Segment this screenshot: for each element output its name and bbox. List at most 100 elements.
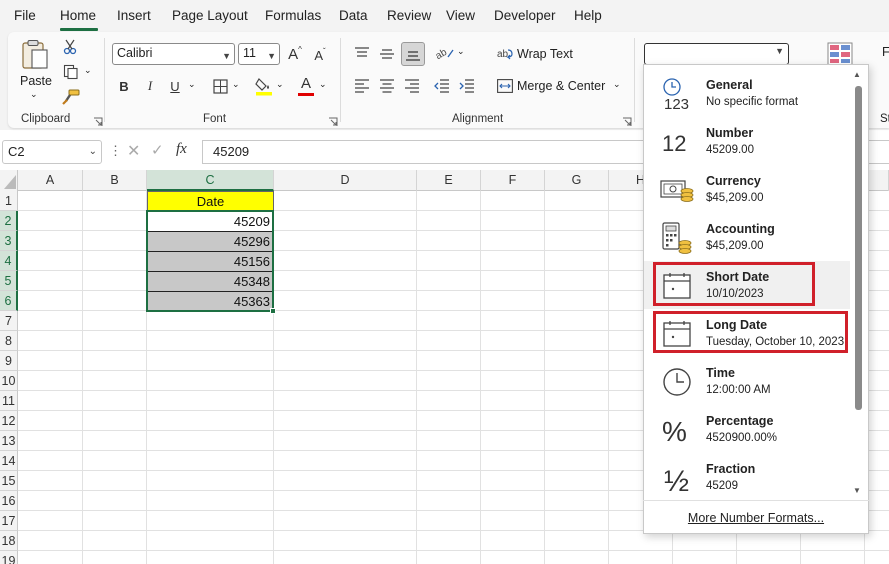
paste-icon[interactable] [18, 38, 52, 72]
row-header-4[interactable]: 4 [0, 251, 18, 271]
row-header-12[interactable]: 12 [0, 411, 18, 431]
align-right-icon[interactable] [402, 76, 422, 96]
cell-c5[interactable]: 45348 [147, 271, 274, 291]
align-left-icon[interactable] [352, 76, 372, 96]
bold-button[interactable]: B [116, 76, 132, 96]
font-size-select[interactable]: 11 ▼ [238, 43, 280, 65]
column-header-b[interactable]: B [83, 170, 147, 191]
more-number-formats-link[interactable]: More Number Formats... [643, 500, 869, 534]
underline-button[interactable]: U [167, 76, 183, 96]
menu-data[interactable]: Data [339, 8, 368, 23]
borders-chevron-icon[interactable]: ⌄ [232, 79, 240, 90]
menu-file[interactable]: File [14, 8, 36, 23]
name-box[interactable]: C2 ⌄ [2, 140, 102, 164]
fill-color-chevron-icon[interactable]: ⌄ [276, 79, 284, 90]
row-header-3[interactable]: 3 [0, 231, 18, 251]
paste-chevron-icon[interactable]: ⌄ [30, 89, 38, 100]
wrap-text-icon[interactable]: ab [496, 45, 514, 63]
cell-c1[interactable]: Date [147, 191, 274, 211]
font-name-select[interactable]: Calibri ▼ [112, 43, 235, 65]
fill-handle[interactable] [270, 308, 276, 314]
row-header-2[interactable]: 2 [0, 211, 18, 231]
menu-page-layout[interactable]: Page Layout [172, 8, 248, 23]
menu-view[interactable]: View [446, 8, 475, 23]
format-painter-icon[interactable] [60, 88, 82, 106]
row-header-16[interactable]: 16 [0, 491, 18, 511]
row-header-17[interactable]: 17 [0, 511, 18, 531]
menu-insert[interactable]: Insert [117, 8, 151, 23]
scrollbar-thumb[interactable] [855, 86, 862, 410]
orientation-icon[interactable]: ab [433, 43, 455, 63]
format-option-currency[interactable]: Currency $45,209.00 [644, 165, 850, 213]
merge-center-icon[interactable] [496, 77, 514, 95]
copy-icon[interactable] [60, 63, 82, 81]
orientation-chevron-icon[interactable]: ⌄ [457, 46, 465, 57]
increase-indent-icon[interactable] [457, 76, 477, 96]
scroll-down-icon[interactable]: ▼ [853, 486, 861, 495]
row-header-9[interactable]: 9 [0, 351, 18, 371]
top-align-icon[interactable] [352, 44, 372, 64]
increase-font-size-icon[interactable]: A ^ [285, 43, 305, 65]
more-options-icon[interactable]: ⋮ [109, 143, 122, 159]
cell-c3[interactable]: 45296 [147, 231, 274, 251]
decrease-font-size-icon[interactable]: Aˇ [310, 45, 330, 65]
cut-icon[interactable] [60, 38, 80, 56]
insert-function-button[interactable]: fx [176, 141, 187, 158]
format-option-percentage[interactable]: % Percentage 4520900.00% [644, 405, 850, 453]
middle-align-icon[interactable] [377, 44, 397, 64]
menu-help[interactable]: Help [574, 8, 602, 23]
merge-center-button[interactable]: Merge & Center [517, 79, 605, 93]
row-header-1[interactable]: 1 [0, 191, 18, 211]
format-option-short-date[interactable]: Short Date 10/10/2023 [644, 261, 850, 309]
row-header-10[interactable]: 10 [0, 371, 18, 391]
menu-home[interactable]: Home [60, 8, 96, 23]
format-option-accounting[interactable]: Accounting $45,209.00 [644, 213, 850, 261]
cell-c4[interactable]: 45156 [147, 251, 274, 271]
column-header-f[interactable]: F [481, 170, 545, 191]
row-header-8[interactable]: 8 [0, 331, 18, 351]
copy-chevron-icon[interactable]: ⌄ [84, 65, 92, 76]
format-option-general[interactable]: 123 General No specific format [644, 69, 850, 117]
menu-review[interactable]: Review [387, 8, 431, 23]
font-color-chevron-icon[interactable]: ⌄ [319, 79, 327, 90]
column-header-a[interactable]: A [18, 170, 83, 191]
column-header-g[interactable]: G [545, 170, 609, 191]
row-header-7[interactable]: 7 [0, 311, 18, 331]
paste-label[interactable]: Paste [20, 74, 52, 88]
format-option-fraction[interactable]: ½ Fraction 45209 [644, 453, 850, 501]
row-header-14[interactable]: 14 [0, 451, 18, 471]
align-center-icon[interactable] [377, 76, 397, 96]
wrap-text-button[interactable]: Wrap Text [517, 47, 573, 61]
format-option-number[interactable]: 12 Number 45209.00 [644, 117, 850, 165]
font-launcher-icon[interactable] [328, 114, 338, 126]
row-header-19[interactable]: 19 [0, 551, 18, 564]
row-header-6[interactable]: 6 [0, 291, 18, 311]
bottom-align-icon[interactable] [401, 42, 425, 66]
row-header-13[interactable]: 13 [0, 431, 18, 451]
underline-chevron-icon[interactable]: ⌄ [188, 79, 196, 90]
alignment-launcher-icon[interactable] [622, 114, 632, 126]
format-option-long-date[interactable]: Long Date Tuesday, October 10, 2023 [644, 309, 850, 357]
column-header-d[interactable]: D [274, 170, 417, 191]
number-format-select[interactable]: ▼ [644, 43, 789, 65]
format-option-time[interactable]: Time 12:00:00 AM [644, 357, 850, 405]
merge-center-chevron-icon[interactable]: ⌄ [613, 79, 621, 90]
column-header-c[interactable]: C [147, 170, 274, 191]
cell-c6[interactable]: 45363 [147, 291, 274, 311]
borders-icon[interactable] [211, 77, 229, 95]
row-header-5[interactable]: 5 [0, 271, 18, 291]
clipboard-launcher-icon[interactable] [93, 114, 103, 126]
cancel-icon[interactable]: ✕ [127, 141, 140, 161]
scroll-up-icon[interactable]: ▲ [853, 70, 861, 79]
row-header-15[interactable]: 15 [0, 471, 18, 491]
decrease-indent-icon[interactable] [432, 76, 452, 96]
format-as-table-partial[interactable]: F [882, 45, 889, 59]
select-all-corner[interactable] [0, 170, 18, 191]
font-color-icon[interactable]: A [296, 75, 316, 97]
cell-c2[interactable]: 45209 [147, 211, 274, 231]
menu-developer[interactable]: Developer [494, 8, 556, 23]
fill-color-icon[interactable] [254, 75, 274, 97]
menu-formulas[interactable]: Formulas [265, 8, 321, 23]
row-header-11[interactable]: 11 [0, 391, 18, 411]
column-header-e[interactable]: E [417, 170, 481, 191]
